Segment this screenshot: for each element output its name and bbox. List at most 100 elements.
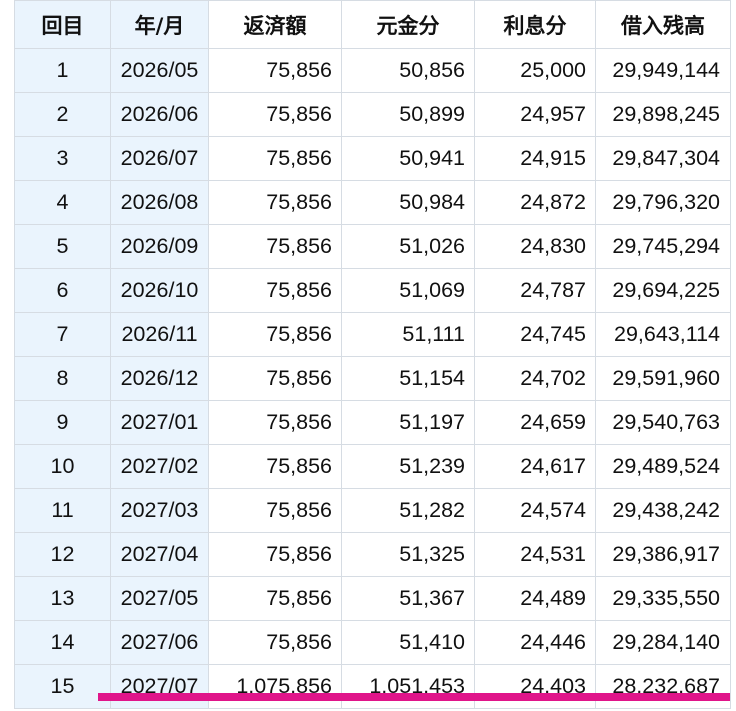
cell-payment: 75,856 [208,92,342,137]
column-header-principal: 元金分 [341,0,475,49]
cell-installment-no: 9 [14,400,111,445]
cell-installment-no: 8 [14,356,111,401]
cell-principal: 51,367 [341,576,475,621]
cell-balance: 29,284,140 [595,620,731,665]
cell-interest: 24,531 [474,532,596,577]
cell-balance: 29,694,225 [595,268,731,313]
cell-payment: 75,856 [208,312,342,357]
cell-payment: 75,856 [208,620,342,665]
cell-balance: 29,438,242 [595,488,731,533]
column-header-year-month: 年/月 [110,0,209,49]
cell-year-month: 2027/03 [110,488,209,533]
column-header-payment: 返済額 [208,0,342,49]
table-row: 13 2027/05 75,856 51,367 24,489 29,335,550 [14,576,731,621]
cell-installment-no: 10 [14,444,111,489]
table-row: 5 2026/09 75,856 51,026 24,830 29,745,294 [14,224,731,269]
table-row: 9 2027/01 75,856 51,197 24,659 29,540,763 [14,400,731,445]
cell-principal: 50,941 [341,136,475,181]
table-row: 7 2026/11 75,856 51,111 24,745 29,643,114 [14,312,731,357]
cell-principal: 51,282 [341,488,475,533]
table-header-row: 回目 年/月 返済額 元金分 利息分 借入残高 [14,0,731,49]
column-header-interest: 利息分 [474,0,596,49]
cell-installment-no: 3 [14,136,111,181]
cell-principal: 51,026 [341,224,475,269]
cell-installment-no: 5 [14,224,111,269]
cell-payment: 75,856 [208,136,342,181]
cell-balance: 29,796,320 [595,180,731,225]
cell-balance: 29,540,763 [595,400,731,445]
cell-interest: 24,659 [474,400,596,445]
cell-interest: 24,915 [474,136,596,181]
cell-payment: 75,856 [208,532,342,577]
cell-year-month: 2026/08 [110,180,209,225]
cell-principal: 51,069 [341,268,475,313]
table-row: 15 2027/07 1,075,856 1,051,453 24,403 28,232,… [14,664,731,709]
cell-installment-no: 6 [14,268,111,313]
table-row: 11 2027/03 75,856 51,282 24,574 29,438,242 [14,488,731,533]
column-header-no: 回目 [14,0,111,49]
cell-balance: 29,745,294 [595,224,731,269]
cell-payment: 75,856 [208,488,342,533]
cell-balance: 29,489,524 [595,444,731,489]
cell-principal: 51,410 [341,620,475,665]
cell-installment-no: 13 [14,576,111,621]
cell-year-month: 2026/05 [110,48,209,93]
cell-principal: 50,984 [341,180,475,225]
table-row: 12 2027/04 75,856 51,325 24,531 29,386,917 [14,532,731,577]
table-row: 8 2026/12 75,856 51,154 24,702 29,591,960 [14,356,731,401]
cell-interest: 24,446 [474,620,596,665]
cell-balance: 29,591,960 [595,356,731,401]
cell-interest: 24,872 [474,180,596,225]
repayment-table: 回目 年/月 返済額 元金分 利息分 借入残高 1 2026/05 75,856 50… [14,0,731,709]
cell-principal: 1,051,453 [341,664,475,709]
cell-interest: 24,617 [474,444,596,489]
cell-principal: 51,197 [341,400,475,445]
cell-payment: 75,856 [208,268,342,313]
table-row: 6 2026/10 75,856 51,069 24,787 29,694,225 [14,268,731,313]
cell-balance: 29,643,114 [595,312,731,357]
cell-year-month: 2026/07 [110,136,209,181]
cell-interest: 24,574 [474,488,596,533]
cell-installment-no: 12 [14,532,111,577]
cell-payment: 75,856 [208,180,342,225]
cell-payment: 75,856 [208,48,342,93]
cell-balance: 28,232,687 [595,664,731,709]
cell-interest: 24,957 [474,92,596,137]
table-row: 1 2026/05 75,856 50,856 25,000 29,949,144 [14,48,731,93]
cell-interest: 24,745 [474,312,596,357]
cell-principal: 51,154 [341,356,475,401]
cell-installment-no: 14 [14,620,111,665]
cell-year-month: 2027/05 [110,576,209,621]
cell-balance: 29,847,304 [595,136,731,181]
cell-balance: 29,949,144 [595,48,731,93]
cell-year-month: 2026/10 [110,268,209,313]
column-header-balance: 借入残高 [595,0,731,49]
cell-year-month: 2026/09 [110,224,209,269]
cell-payment: 1,075,856 [208,664,342,709]
cell-year-month: 2027/01 [110,400,209,445]
cell-balance: 29,898,245 [595,92,731,137]
cell-interest: 24,403 [474,664,596,709]
cell-interest: 25,000 [474,48,596,93]
highlight-underline [98,693,730,701]
cell-year-month: 2027/02 [110,444,209,489]
cell-year-month: 2027/04 [110,532,209,577]
cell-year-month: 2026/12 [110,356,209,401]
table-body: 1 2026/05 75,856 50,856 25,000 29,949,144 2 202… [14,48,731,709]
cell-balance: 29,386,917 [595,532,731,577]
cell-principal: 51,325 [341,532,475,577]
cell-year-month: 2026/06 [110,92,209,137]
repayment-schedule: 回目 年/月 返済額 元金分 利息分 借入残高 1 2026/05 75,856 50… [14,0,731,709]
cell-payment: 75,856 [208,400,342,445]
table-row: 10 2027/02 75,856 51,239 24,617 29,489,524 [14,444,731,489]
cell-installment-no: 15 [14,664,111,709]
table-row: 3 2026/07 75,856 50,941 24,915 29,847,304 [14,136,731,181]
cell-payment: 75,856 [208,444,342,489]
cell-principal: 50,899 [341,92,475,137]
table-row: 14 2027/06 75,856 51,410 24,446 29,284,140 [14,620,731,665]
cell-principal: 51,111 [341,312,475,357]
cell-year-month: 2027/07 [110,664,209,709]
cell-principal: 51,239 [341,444,475,489]
cell-year-month: 2027/06 [110,620,209,665]
cell-interest: 24,787 [474,268,596,313]
